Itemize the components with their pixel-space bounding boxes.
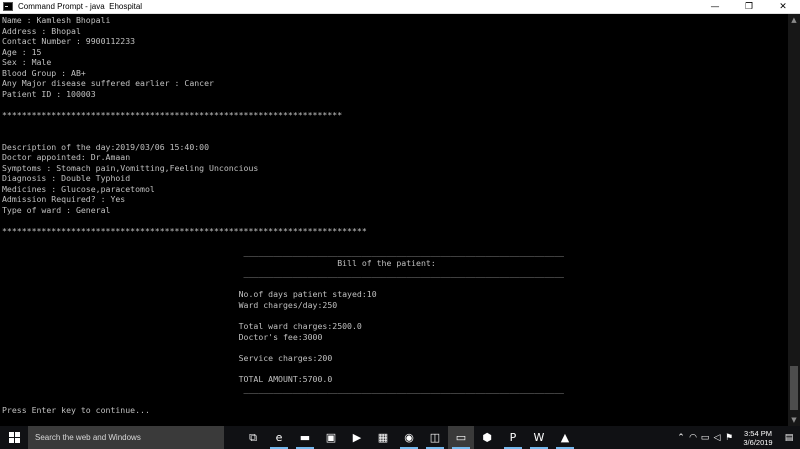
photos-icon[interactable]: ▲ [552, 426, 578, 449]
console-line: Patient ID : 100003 [2, 88, 96, 99]
console-line: Contact Number : 9900112233 [2, 36, 136, 47]
console-line: No.of days patient stayed:10 [2, 289, 377, 300]
chrome-icon[interactable]: ◉ [396, 426, 422, 449]
clock-time: 3:54 PM [744, 428, 772, 438]
store-icon[interactable]: ▣ [318, 426, 344, 449]
scroll-down-arrow-icon[interactable]: ▼ [788, 414, 800, 426]
search-placeholder: Search the web and Windows [35, 433, 141, 442]
console-line: ________________________________________… [2, 247, 564, 258]
powerpoint-icon[interactable]: P [500, 426, 526, 449]
console-line: Name : Kamlesh Bhopali [2, 15, 111, 25]
console-line: TOTAL AMOUNT:5700.0 [2, 373, 333, 384]
console-line: ****************************************… [2, 109, 343, 120]
window-controls: — ❐ ✕ [698, 0, 800, 14]
console-line: ________________________________________… [2, 384, 564, 395]
console-line: Type of ward : General [2, 204, 111, 215]
screen-capture-icon[interactable]: ◫ [422, 426, 448, 449]
console-line: Total ward charges:2500.0 [2, 320, 362, 331]
virtualbox-icon[interactable]: ⬢ [474, 426, 500, 449]
minimize-button[interactable]: — [698, 0, 732, 14]
action-flag-icon[interactable]: ⚑ [723, 426, 735, 449]
console-scrollbar[interactable]: ▲ ▼ [788, 14, 800, 426]
console-output[interactable]: Name : Kamlesh Bhopali Address : Bhopal Co… [0, 14, 788, 426]
windows-logo-icon [8, 432, 20, 443]
edge-icon[interactable]: e [266, 426, 292, 449]
console-line: Description of the day:2019/03/06 15:40:… [2, 141, 210, 152]
wifi-icon[interactable]: ◠ [687, 426, 699, 449]
console-line: Doctor's fee:3000 [2, 331, 323, 342]
taskbar: Search the web and Windows ⧉ e ▬ ▣ ▶ ▦ ◉ ◫ ▭ ⬢ P W ▲… [0, 426, 800, 449]
taskbar-search-box[interactable]: Search the web and Windows [28, 426, 224, 449]
console-line: Sex : Male [2, 57, 52, 68]
console-line: Service charges:200 [2, 352, 333, 363]
console-line: Ward charges/day:250 [2, 299, 338, 310]
clock-date: 3/6/2019 [743, 437, 773, 447]
volume-icon[interactable]: ◁ [711, 426, 723, 449]
scroll-thumb[interactable] [790, 366, 798, 410]
console-line: ________________________________________… [2, 268, 564, 279]
console-line: Any Major disease suffered earlier : Can… [2, 78, 214, 89]
console-line: Age : 15 [2, 46, 42, 57]
window-title: Command Prompt - java Ehospital [18, 2, 143, 11]
file-explorer-icon[interactable]: ▬ [292, 426, 318, 449]
word-icon[interactable]: W [526, 426, 552, 449]
console-line: Address : Bhopal [2, 25, 81, 36]
command-prompt-icon [3, 2, 13, 11]
console-line: Diagnosis : Double Typhoid [2, 173, 131, 184]
notification-center-icon[interactable]: ▤ [778, 426, 800, 449]
system-tray: ⌃ ◠ ▭ ◁ ⚑ 3:54 PM 3/6/2019 ▤ [675, 426, 800, 449]
taskbar-app-list: ⧉ e ▬ ▣ ▶ ▦ ◉ ◫ ▭ ⬢ P W ▲ [240, 426, 578, 449]
console-line: ****************************************… [2, 226, 367, 236]
console-line: Medicines : Glucose,paracetomol [2, 183, 155, 194]
start-button[interactable] [0, 426, 28, 449]
calculator-icon[interactable]: ▦ [370, 426, 396, 449]
video-player-icon[interactable]: ▶ [344, 426, 370, 449]
console-line: Press Enter key to continue... [2, 405, 150, 416]
clock[interactable]: 3:54 PM 3/6/2019 [738, 429, 778, 447]
console-line: Blood Group : AB+ [2, 67, 86, 78]
tray-icon-list: ⌃ ◠ ▭ ◁ ⚑ [675, 426, 735, 449]
console-line: Admission Required? : Yes [2, 194, 126, 205]
console-line: Bill of the patient: [2, 257, 436, 268]
window-title-bar[interactable]: Command Prompt - java Ehospital — ❐ ✕ [0, 0, 800, 14]
scroll-up-arrow-icon[interactable]: ▲ [788, 14, 800, 26]
chevron-up-icon[interactable]: ⌃ [675, 426, 687, 449]
command-prompt-icon[interactable]: ▭ [448, 426, 474, 449]
task-view-icon[interactable]: ⧉ [240, 426, 266, 449]
maximize-button[interactable]: ❐ [732, 0, 766, 14]
close-button[interactable]: ✕ [766, 0, 800, 14]
console-line: Doctor appointed: Dr.Amaan [2, 152, 131, 163]
network-icon[interactable]: ▭ [699, 426, 711, 449]
console-line: Symptoms : Stomach pain,Vomitting,Feelin… [2, 162, 259, 173]
